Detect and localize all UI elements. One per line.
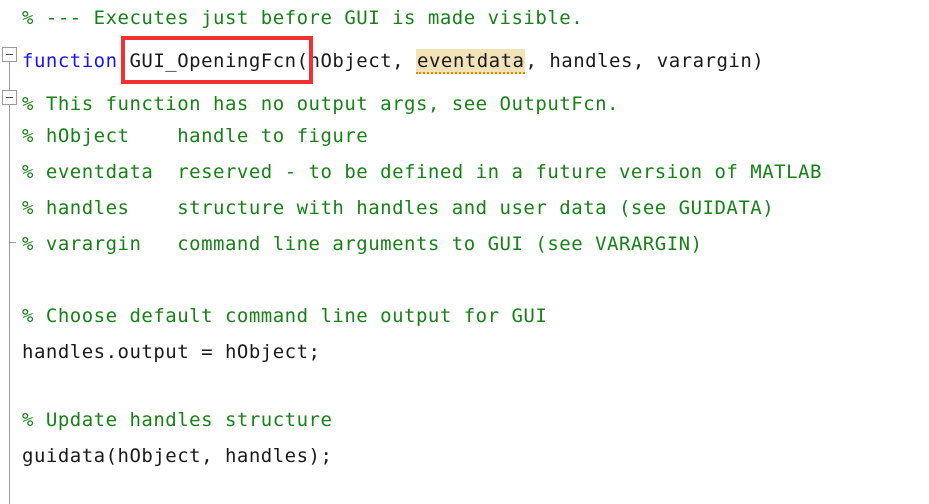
code-line[interactable]: handles.output = hObject; xyxy=(22,334,320,370)
code-line[interactable]: % --- Executes just before GUI is made v… xyxy=(22,0,583,36)
code-line[interactable]: function GUI_OpeningFcn(hObject, eventda… xyxy=(22,43,764,79)
code-token-comment: % Update handles structure xyxy=(22,409,333,431)
code-token-plain: handles.output = hObject; xyxy=(22,341,321,363)
fold-marker-comment-block[interactable] xyxy=(2,90,17,105)
code-line[interactable]: % hObject handle to figure xyxy=(22,118,368,154)
unused-arg-warning-token[interactable]: eventdata xyxy=(416,49,526,74)
code-token-comment: % varargin command line arguments to GUI… xyxy=(22,233,703,255)
code-token-plain: , handles, varargin) xyxy=(525,50,765,72)
fold-marker-function[interactable] xyxy=(2,47,17,62)
code-line[interactable]: guidata(hObject, handles); xyxy=(22,438,332,474)
fold-block-end-tick xyxy=(9,242,16,243)
code-token-comment: % This function has no output args, see … xyxy=(22,93,619,115)
code-token-plain: guidata(hObject, handles); xyxy=(22,445,333,467)
code-editor-pane[interactable]: % --- Executes just before GUI is made v… xyxy=(0,0,929,504)
code-token-comment: % eventdata reserved - to be defined in … xyxy=(22,161,822,183)
code-line[interactable]: % varargin command line arguments to GUI… xyxy=(22,226,703,262)
code-line[interactable]: % handles structure with handles and use… xyxy=(22,190,774,226)
code-line[interactable]: % eventdata reserved - to be defined in … xyxy=(22,154,822,190)
fold-spine-line xyxy=(9,48,10,504)
code-token-comment: % handles structure with handles and use… xyxy=(22,197,775,219)
code-line[interactable]: % Choose default command line output for… xyxy=(22,298,547,334)
code-line[interactable]: % Update handles structure xyxy=(22,402,332,438)
code-token-plain: GUI_OpeningFcn(hObject, xyxy=(117,50,416,72)
code-token-comment: % Choose default command line output for… xyxy=(22,305,548,327)
code-line[interactable]: % This function has no output args, see … xyxy=(22,86,619,122)
code-fold-gutter[interactable] xyxy=(0,0,22,504)
code-token-comment: % --- Executes just before GUI is made v… xyxy=(22,7,584,29)
code-token-keyword: function xyxy=(22,50,118,72)
code-token-comment: % hObject handle to figure xyxy=(22,125,369,147)
